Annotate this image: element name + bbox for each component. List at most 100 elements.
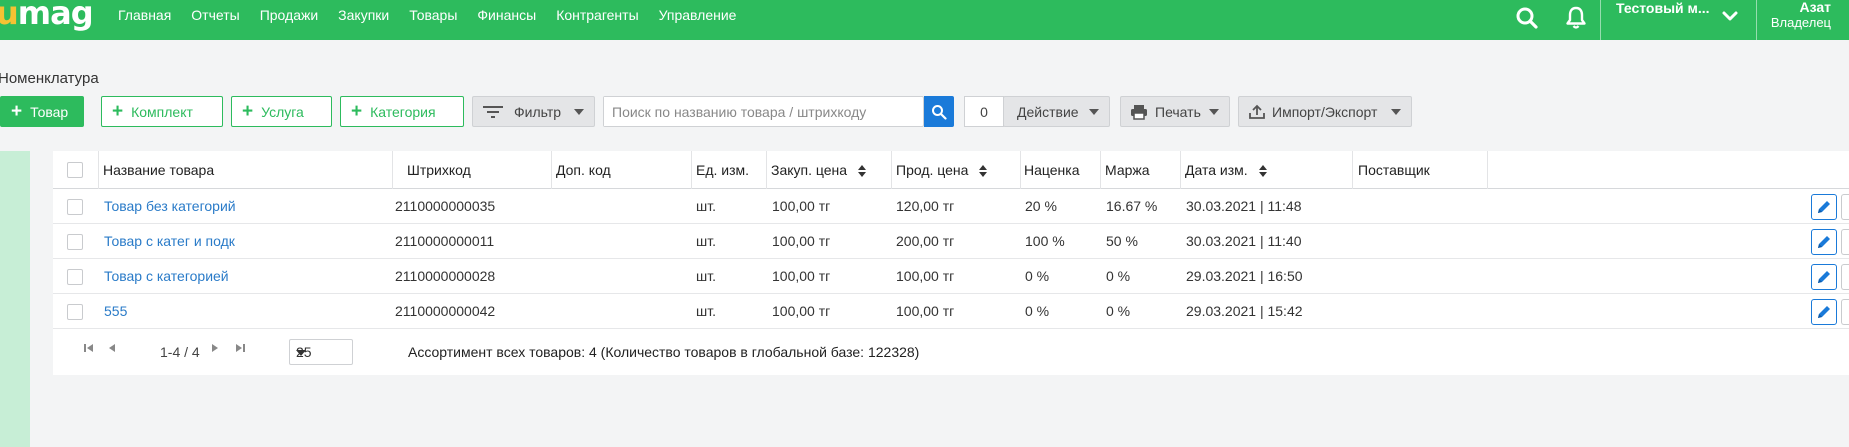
header-col-barcode: Штрихкод [407,151,471,189]
filter-button[interactable]: Фильтр [472,96,595,127]
edit-button[interactable] [1811,229,1837,255]
add-service-button[interactable]: + Услуга [231,96,332,127]
edit-button[interactable] [1811,299,1837,325]
select-all-checkbox[interactable] [67,162,83,178]
last-page-icon[interactable] [234,341,246,359]
cell-markup: 0 % [1025,268,1050,284]
caret-down-icon [296,350,306,356]
row-checkbox[interactable] [67,234,83,250]
pencil-icon [1818,236,1830,248]
cell-purchase-price: 100,00 тг [772,303,831,319]
edit-button[interactable] [1811,194,1837,220]
column-divider [1352,151,1353,189]
column-label: Маржа [1105,162,1150,178]
row-checkbox[interactable] [67,199,83,215]
cell-name[interactable]: 555 [104,294,127,329]
sort-icon[interactable] [1258,164,1268,178]
cell-date: 30.03.2021 | 11:40 [1186,233,1302,249]
add-product-label: Товар [30,103,69,120]
first-page-icon[interactable] [83,341,95,359]
table-row[interactable]: Товар без категорий 2110000000035 шт. 100,0… [53,189,1849,224]
cell-name[interactable]: Товар с катег и подк [104,224,235,259]
sort-icon[interactable] [978,164,988,178]
search-button[interactable] [924,96,954,127]
edit-button[interactable] [1811,264,1837,290]
nav-item[interactable]: Продажи [260,7,318,23]
nav-item[interactable]: Главная [118,7,171,23]
header-col-sale-price[interactable]: Прод. цена [896,151,988,189]
search-input[interactable] [604,97,894,126]
header-col-purchase-price[interactable]: Закуп. цена [771,151,867,189]
column-label: Дата изм. [1185,162,1248,178]
search-box [603,96,924,127]
pencil-icon [1818,201,1830,213]
table-row[interactable]: Товар с категорией 2110000000028 шт. 100,00… [53,259,1849,294]
column-divider [691,151,692,189]
store-name[interactable]: Тестовый м... [1616,0,1710,16]
column-label: Штрихкод [407,162,471,178]
filter-icon [483,105,503,118]
cell-name[interactable]: Товар с категорией [104,259,229,294]
print-button[interactable]: Печать [1120,96,1230,127]
column-divider [1020,151,1021,189]
bell-icon[interactable] [1562,4,1590,32]
column-divider [392,151,393,189]
nav-item[interactable]: Финансы [477,7,536,23]
cell-sale-price: 120,00 тг [896,198,955,214]
sort-icon[interactable] [857,164,867,178]
nav-item[interactable]: Контрагенты [556,7,638,23]
divider [1600,0,1601,40]
nav-item[interactable]: Отчеты [191,7,239,23]
column-divider [766,151,767,189]
more-actions-button[interactable] [1841,299,1849,325]
chevron-down-icon[interactable] [1720,6,1740,31]
prev-page-icon[interactable] [106,341,118,359]
plus-icon: + [112,101,124,122]
more-actions-button[interactable] [1841,194,1849,220]
column-label: Поставщик [1358,162,1430,178]
add-kit-button[interactable]: + Комплект [101,96,223,127]
cell-barcode: 2110000000042 [395,303,496,319]
nav-item[interactable]: Управление [659,7,737,23]
search-icon[interactable] [1513,4,1541,32]
add-service-label: Услуга [261,103,304,120]
cell-barcode: 2110000000011 [395,233,495,249]
header-col-margin: Маржа [1105,151,1150,189]
header-col-date[interactable]: Дата изм. [1185,151,1268,189]
cell-name[interactable]: Товар без категорий [104,189,236,224]
caret-down-icon [1209,109,1219,115]
cell-margin: 50 % [1106,233,1138,249]
row-checkbox[interactable] [67,269,83,285]
table-row[interactable]: 555 2110000000042 шт. 100,00 тг 100,00 тг 0 %… [53,294,1849,329]
table-header: Название товара Штрихкод Доп. код Ед. изм. З… [53,151,1849,189]
more-actions-button[interactable] [1841,264,1849,290]
add-product-button[interactable]: + Товар [0,96,84,127]
next-page-icon[interactable] [209,341,221,359]
logo[interactable]: umag [0,0,94,32]
per-page-select[interactable]: 25 [289,339,353,365]
main-nav: Главная Отчеты Продажи Закупки Товары Финансы… [118,7,756,23]
plus-icon: + [11,101,23,122]
header-col-extra-code: Доп. код [556,151,611,189]
table-row[interactable]: Товар с катег и подк 2110000000011 шт. 100,… [53,224,1849,259]
top-bar: umag Главная Отчеты Продажи Закупки Товары Фи… [0,0,1849,40]
row-checkbox[interactable] [67,304,83,320]
action-dropdown[interactable]: Действие [1003,96,1110,127]
cell-unit: шт. [696,303,716,319]
import-export-button[interactable]: Импорт/Экспорт [1238,96,1412,127]
cell-unit: шт. [696,198,716,214]
nav-item[interactable]: Товары [409,7,457,23]
search-icon [932,104,947,120]
more-actions-button[interactable] [1841,229,1849,255]
import-export-label: Импорт/Экспорт [1272,103,1378,120]
side-panel [0,151,30,447]
add-category-button[interactable]: + Категория [340,96,464,127]
cell-margin: 0 % [1106,268,1131,284]
user-menu[interactable]: Азат Владелец [1771,0,1831,30]
nav-item[interactable]: Закупки [338,7,389,23]
column-label: Ед. изм. [696,162,750,178]
printer-icon [1131,104,1147,120]
add-category-label: Категория [370,103,436,120]
filter-label: Фильтр [514,103,562,120]
selected-count: 0 [964,96,1004,127]
